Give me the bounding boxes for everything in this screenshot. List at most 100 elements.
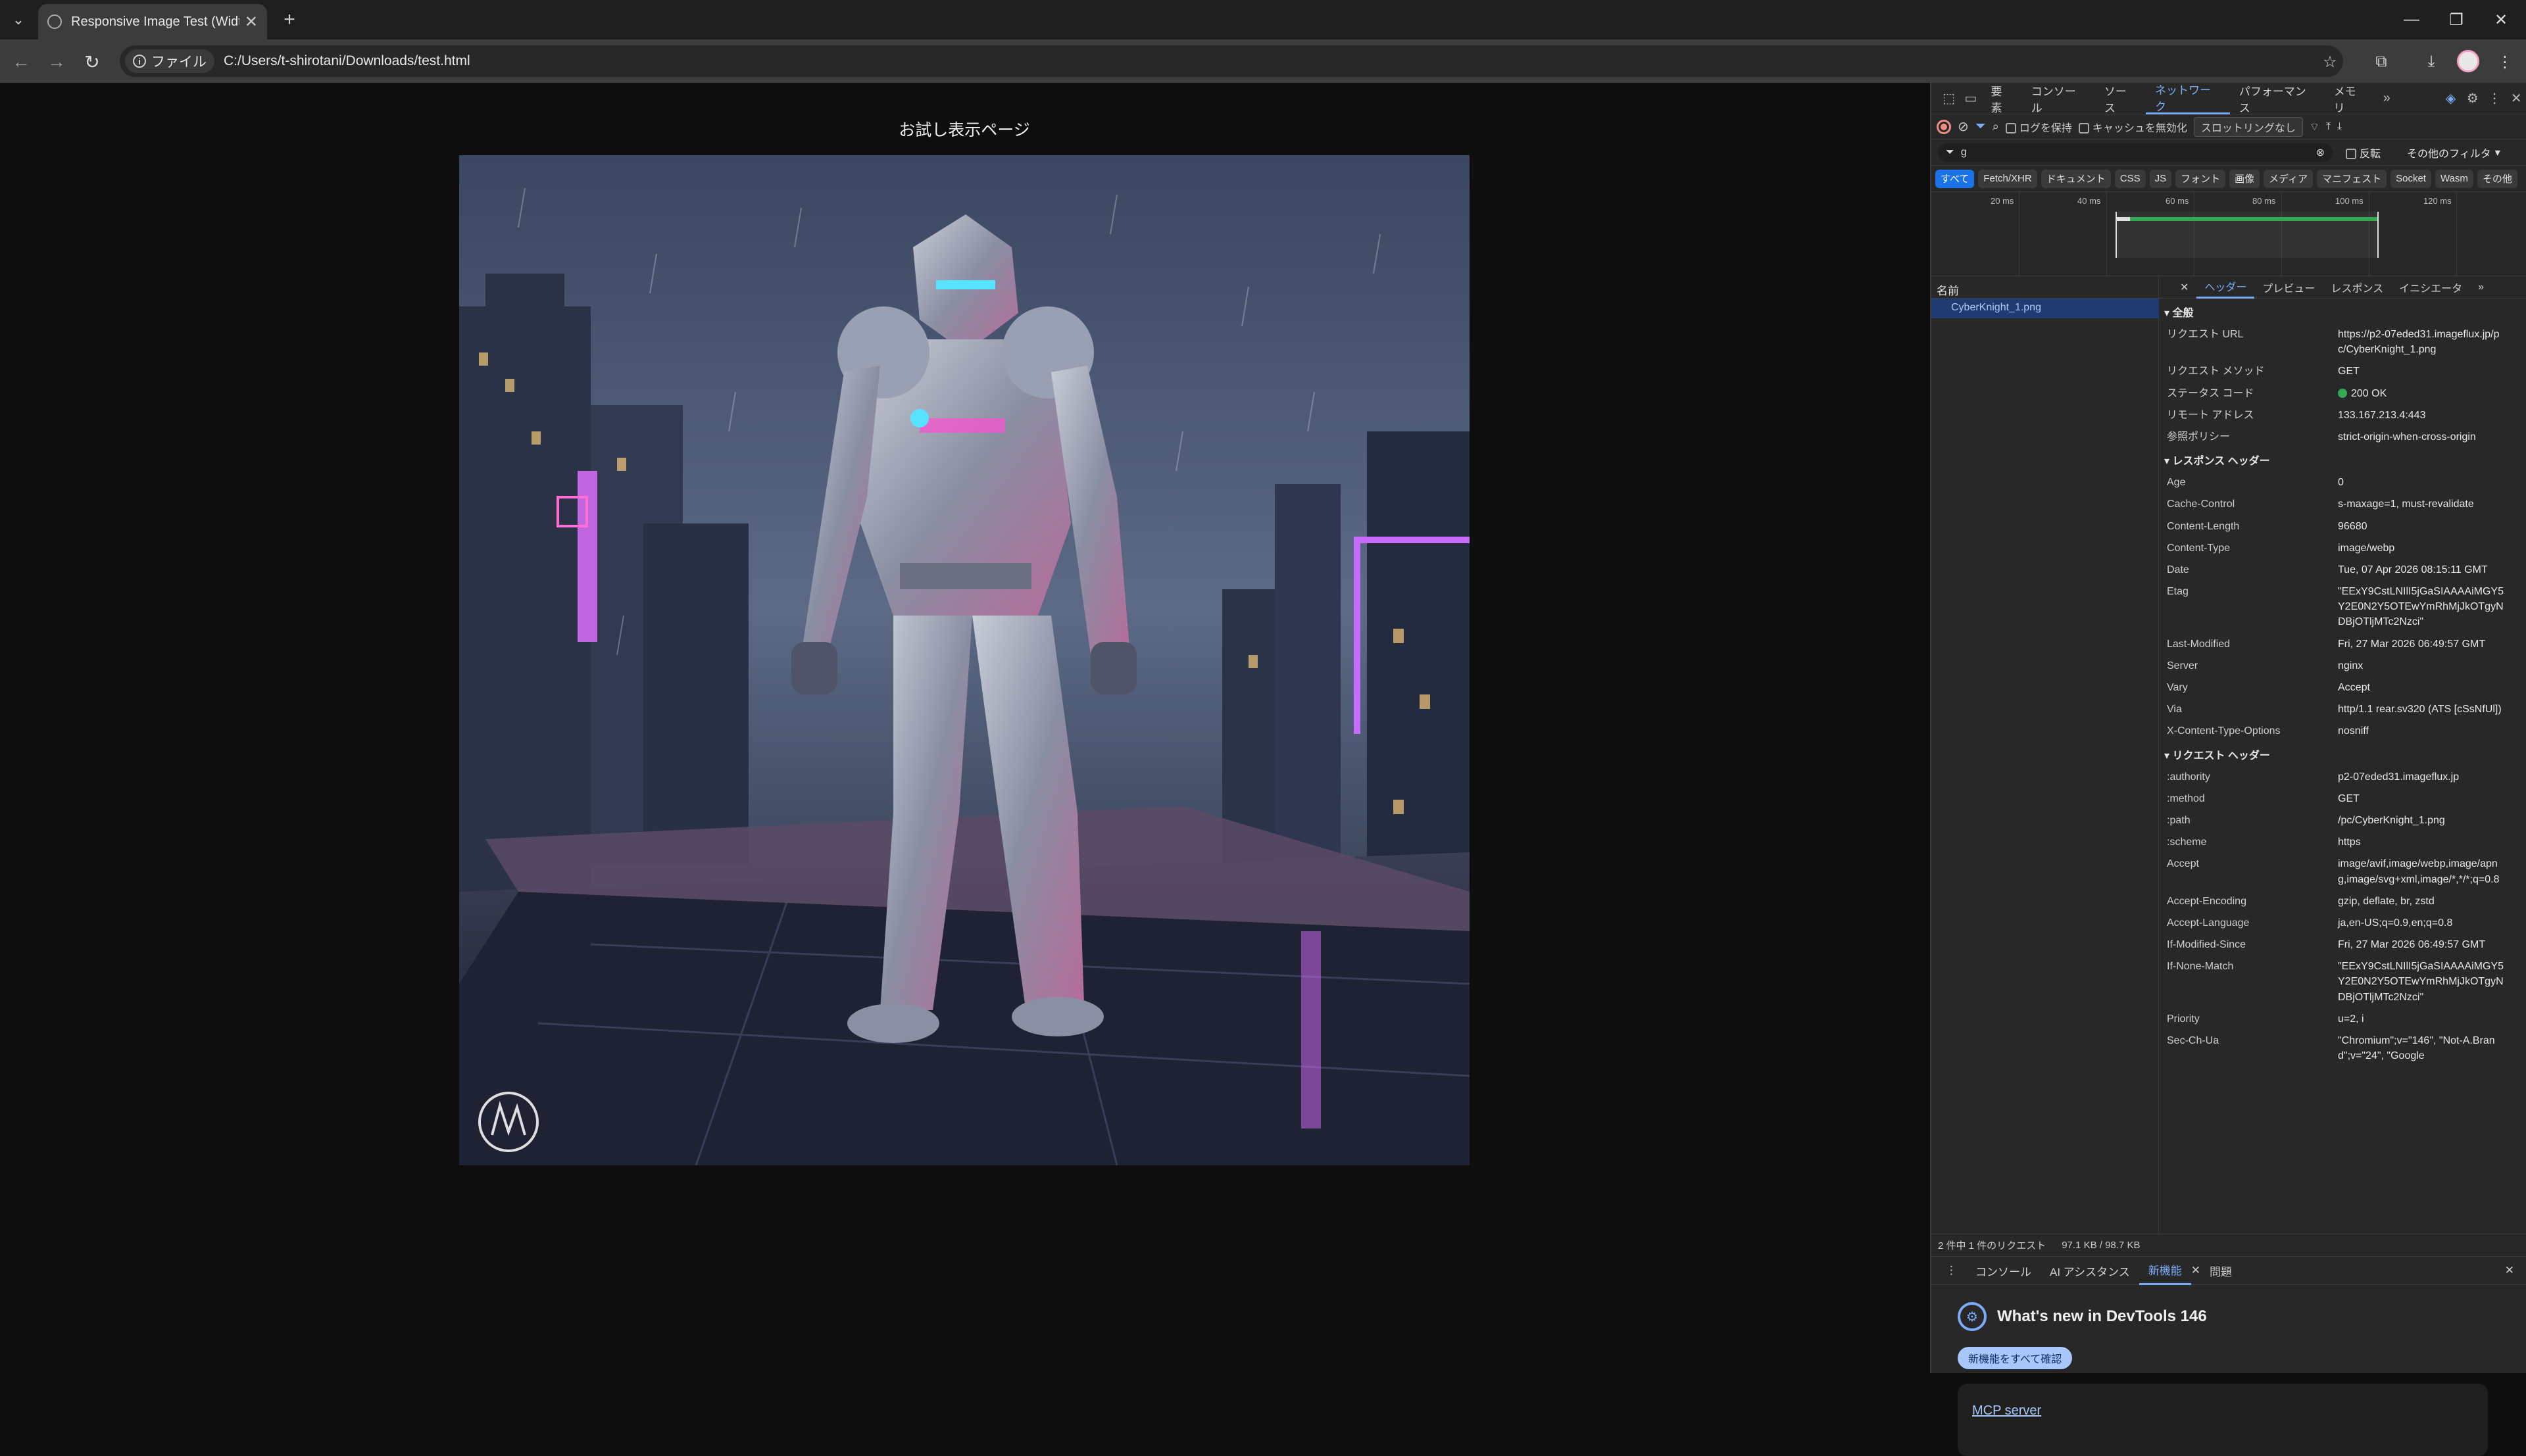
tab-preview[interactable]: プレビュー <box>2254 276 2323 299</box>
forward-arrow-icon[interactable]: → <box>43 49 70 75</box>
request-headers-title[interactable]: ▾ リクエスト ヘッダー <box>2159 742 2514 766</box>
header-value: p2-07eded31.imageflux.jp <box>2338 771 2460 783</box>
table-row[interactable]: CyberKnight_1.png <box>1931 299 2159 318</box>
devtools-panel: ⬚ ▭ 要素 コンソール ソース ネットワーク パフォーマンス メモリ » ◈ … <box>1930 83 2526 1456</box>
network-conditions-icon[interactable]: ⌔ <box>2310 120 2319 133</box>
feature-card: MCP server <box>1958 1384 2488 1456</box>
type-filter-doc[interactable]: ドキュメント <box>2041 169 2111 188</box>
type-filter-font[interactable]: フォント <box>2175 169 2226 188</box>
header-name: Etag <box>2167 586 2189 598</box>
close-detail-icon[interactable]: ✕ <box>2172 276 2196 299</box>
filter-icon[interactable]: ⏷ <box>1975 119 1986 134</box>
site-info-label: ファイル <box>151 55 207 70</box>
type-filter-other[interactable]: その他 <box>2477 169 2517 188</box>
close-drawer-tab-icon[interactable]: ✕ <box>2191 1264 2200 1277</box>
type-filter-js[interactable]: JS <box>2149 169 2172 188</box>
close-window-button[interactable]: ✕ <box>2481 5 2521 34</box>
drawer-menu-icon[interactable]: ⋮ <box>1937 1256 1966 1285</box>
more-tabs-chevron-icon[interactable]: » <box>2376 87 2398 110</box>
filter-bar: ⏷ g ⊗ 反転 その他のフィルタ ▾ <box>1931 139 2526 166</box>
import-har-icon[interactable]: ⤒ <box>2326 121 2331 133</box>
type-filter-css[interactable]: CSS <box>2114 169 2146 188</box>
ai-assistant-icon[interactable]: ◈ <box>2440 87 2462 110</box>
response-headers-title[interactable]: ▾ レスポンス ヘッダー <box>2159 448 2514 472</box>
preserve-log-checkbox[interactable]: ログを保持 <box>2005 119 2072 135</box>
hero-image <box>459 155 1470 1165</box>
drawer-tab-issues[interactable]: 問題 <box>2200 1256 2241 1285</box>
cyber-knight-image <box>459 155 1470 1165</box>
back-arrow-icon[interactable]: ← <box>8 49 34 75</box>
device-toolbar-icon[interactable]: ▭ <box>1960 87 1981 110</box>
type-filter-socket[interactable]: Socket <box>2390 169 2431 188</box>
more-menu-icon[interactable]: ⋮ <box>2492 49 2518 75</box>
tab-headers[interactable]: ヘッダー <box>2196 276 2255 299</box>
request-list-header[interactable]: 名前 <box>1931 276 2159 299</box>
filter-input[interactable]: ⏷ g ⊗ <box>1938 143 2333 162</box>
close-tab-icon[interactable]: ✕ <box>245 12 258 32</box>
minimize-button[interactable]: — <box>2392 5 2431 34</box>
header-row: Etag "EExY9CstLNIlI5jGaSIAAAAiMGY5Y2E0N2Y… <box>2159 581 2514 633</box>
tab-search-button[interactable]: ⌄ <box>5 8 32 32</box>
type-filter-all[interactable]: すべて <box>1935 169 1975 188</box>
search-icon[interactable]: ⌕ <box>1993 120 1999 133</box>
browser-tab[interactable]: Responsive Image Test (Width ✕ <box>38 4 267 39</box>
header-value: nosniff <box>2338 725 2369 737</box>
url-text[interactable]: C:/Users/t-shirotani/Downloads/test.html <box>224 53 470 69</box>
bookmark-star-icon[interactable]: ☆ <box>2317 49 2343 75</box>
extensions-icon[interactable]: ⧉ <box>2368 49 2394 75</box>
general-section-title[interactable]: ▾ 全般 <box>2159 300 2514 324</box>
type-filter-fetch[interactable]: Fetch/XHR <box>1978 169 2037 188</box>
tab-network[interactable]: ネットワーク <box>2145 83 2230 114</box>
drawer-tab-console[interactable]: コンソール <box>1966 1256 2041 1285</box>
inspect-element-icon[interactable]: ⬚ <box>1938 87 1960 110</box>
more-detail-tabs-icon[interactable]: » <box>2470 276 2492 299</box>
tab-sources[interactable]: ソース <box>2095 83 2146 114</box>
maximize-button[interactable]: ❐ <box>2437 5 2476 34</box>
type-filter-manifest[interactable]: マニフェスト <box>2317 169 2387 188</box>
header-value: ja,en-US;q=0.9,en;q=0.8 <box>2338 917 2453 929</box>
devtools-menu-icon[interactable]: ⋮ <box>2483 87 2505 110</box>
tab-performance[interactable]: パフォーマンス <box>2230 83 2325 114</box>
close-drawer-icon[interactable]: ✕ <box>2505 1264 2526 1277</box>
invert-checkbox[interactable]: 反転 <box>2346 145 2381 160</box>
request-list <box>1931 276 2159 1234</box>
header-name: If-Modified-Since <box>2167 939 2246 951</box>
new-tab-button[interactable]: + <box>276 7 303 33</box>
clear-filter-icon[interactable]: ⊗ <box>2316 146 2325 159</box>
header-row: Cache-Control s-maxage=1, must-revalidate <box>2159 493 2514 515</box>
header-name: :authority <box>2167 771 2210 783</box>
header-row: :authority p2-07eded31.imageflux.jp <box>2159 766 2514 788</box>
tab-response[interactable]: レスポンス <box>2323 276 2391 299</box>
tab-elements[interactable]: 要素 <box>1982 83 2022 114</box>
drawer-tab-whats-new[interactable]: 新機能 <box>2139 1256 2191 1285</box>
site-info-chip[interactable]: i ファイル <box>125 49 214 73</box>
header-value: u=2, i <box>2338 1013 2364 1025</box>
drawer-tabs: ⋮ コンソール AI アシスタンス 新機能 ✕ 問題 ✕ <box>1931 1256 2526 1285</box>
network-overview-timeline[interactable]: 20 ms 40 ms 60 ms 80 ms 100 ms 120 ms <box>1931 192 2526 276</box>
type-filter-media[interactable]: メディア <box>2264 169 2314 188</box>
throttling-select[interactable]: スロットリングなし <box>2193 116 2303 137</box>
more-filters-dropdown[interactable]: その他のフィルタ <box>2407 145 2491 160</box>
timeline-tick: 40 ms <box>2077 196 2101 206</box>
record-icon[interactable] <box>1937 119 1951 134</box>
type-filter-wasm[interactable]: Wasm <box>2435 169 2473 188</box>
tab-initiator[interactable]: イニシエータ <box>2391 276 2470 299</box>
header-row: リモート アドレス 133.167.213.4:443 <box>2159 404 2514 426</box>
tab-memory[interactable]: メモリ <box>2325 83 2376 114</box>
settings-gear-icon[interactable]: ⚙ <box>2462 87 2483 110</box>
drawer-tab-ai[interactable]: AI アシスタンス <box>2041 1256 2139 1285</box>
see-all-features-button[interactable]: 新機能をすべて確認 <box>1958 1347 2073 1369</box>
address-bar[interactable]: i ファイル C:/Users/t-shirotani/Downloads/te… <box>120 45 2343 77</box>
type-filter-img[interactable]: 画像 <box>2229 169 2260 188</box>
clear-icon[interactable]: ⊘ <box>1958 118 1969 135</box>
avatar[interactable] <box>2457 50 2479 72</box>
close-devtools-icon[interactable]: ✕ <box>2506 87 2526 110</box>
timeline-tick: 20 ms <box>1991 196 2014 206</box>
header-value: nginx <box>2338 660 2364 671</box>
disable-cache-checkbox[interactable]: キャッシュを無効化 <box>2078 119 2187 135</box>
reload-icon[interactable]: ↻ <box>79 49 105 75</box>
export-har-icon[interactable]: ⤓ <box>2337 121 2342 133</box>
tab-console[interactable]: コンソール <box>2022 83 2095 114</box>
download-icon[interactable]: ⤓ <box>2418 49 2444 75</box>
mcp-server-link[interactable]: MCP server <box>1972 1403 2041 1418</box>
